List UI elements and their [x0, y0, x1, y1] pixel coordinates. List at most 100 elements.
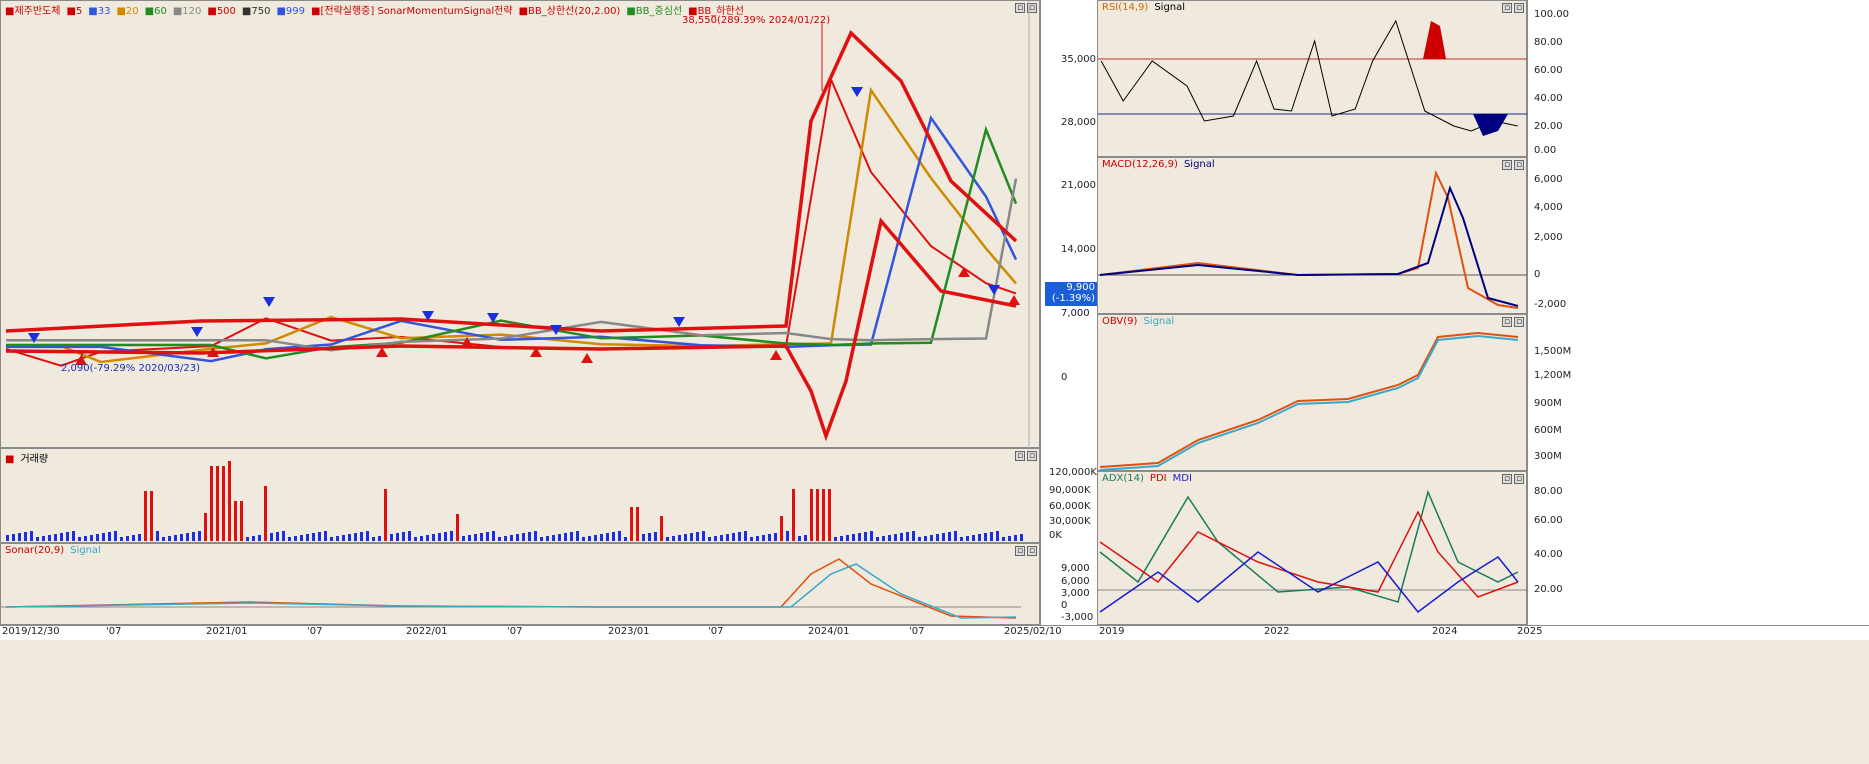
rsi-chart-svg	[1098, 19, 1528, 136]
volume-bar	[498, 537, 501, 541]
volume-bar	[834, 537, 837, 541]
obv-axis: 1,500M 1,200M 900M 600M 300M	[1527, 314, 1869, 471]
volume-bar	[438, 533, 441, 541]
volume-bar	[108, 532, 111, 541]
volume-bar	[792, 489, 795, 541]
volume-bar	[642, 534, 645, 541]
volume-bar	[762, 535, 765, 541]
axis-tick-label: 0	[1534, 269, 1541, 280]
annotation-high: 38,550(289.39% 2024/01/22)	[682, 15, 831, 26]
volume-bar	[252, 536, 255, 541]
axis-tick-label: 2,000	[1534, 232, 1563, 243]
price-axis: 35,000 28,000 21,000 14,000 7,000 0 9,900 (-1…	[1040, 0, 1097, 448]
volume-bar	[102, 533, 105, 541]
volume-bar	[918, 537, 921, 541]
volume-bar	[480, 533, 483, 541]
sonar-panel[interactable]: Sonar(20,9) Signal ▫ ▫	[0, 543, 1040, 625]
volume-bar	[1014, 535, 1017, 541]
axis-tick-label: 80.00	[1534, 37, 1563, 48]
volume-bar	[366, 531, 369, 541]
axis-tick-label: 100.00	[1534, 9, 1569, 20]
sonar-signal-line	[5, 563, 1017, 619]
volume-bar	[30, 531, 33, 541]
chart-frame: ■제주반도체 ■5 ■33 ■20 ■60 ■120 ■500 ■750 ■999 ■[전략실행중…	[0, 0, 1869, 764]
price-panel[interactable]: ■제주반도체 ■5 ■33 ■20 ■60 ■120 ■500 ■750 ■999 ■[전략실행중…	[0, 0, 1040, 449]
volume-bar	[114, 531, 117, 541]
volume-bar	[546, 536, 549, 541]
volume-bar	[42, 536, 45, 541]
volume-bar	[966, 536, 969, 541]
obv-chart-svg	[1099, 331, 1519, 471]
volume-bar	[618, 531, 621, 541]
volume-bar	[132, 535, 135, 541]
volume-bar	[846, 535, 849, 541]
volume-bar	[756, 536, 759, 541]
sell-signal-arrow	[191, 327, 203, 337]
macd-signal-line	[1099, 185, 1519, 307]
axis-tick-label: 28,000	[1061, 117, 1096, 128]
buy-signal-arrow	[1008, 295, 1020, 305]
volume-bar	[126, 536, 129, 541]
volume-bar	[870, 531, 873, 541]
volume-bar	[630, 507, 633, 541]
macd-axis: 6,000 4,000 2,000 0 -2,000	[1527, 157, 1869, 314]
volume-bar	[540, 537, 543, 541]
volume-bar	[636, 507, 639, 541]
volume-bar	[774, 533, 777, 541]
volume-bar	[336, 536, 339, 541]
volume-bar	[810, 489, 813, 541]
volume-bar	[738, 532, 741, 541]
volume-bar	[270, 533, 273, 541]
volume-bar	[684, 534, 687, 541]
volume-bar	[54, 534, 57, 541]
volume-bar	[906, 532, 909, 541]
axis-tick-label: 20.00	[1534, 584, 1563, 595]
volume-bar	[600, 534, 603, 541]
current-price: 9,900	[1066, 282, 1095, 293]
volume-bar	[894, 534, 897, 541]
time-axis-label: 2022/01	[406, 626, 448, 637]
volume-bar	[576, 531, 579, 541]
bollinger-lower-line	[5, 217, 1017, 442]
volume-panel[interactable]: ■ 거래량 ▫ ▫	[0, 448, 1040, 543]
axis-tick-label: 14,000	[1061, 244, 1096, 255]
volume-bar	[798, 536, 801, 541]
mdi-line	[1099, 551, 1519, 614]
volume-bar	[192, 532, 195, 541]
volume-bar	[66, 532, 69, 541]
volume-bar	[954, 531, 957, 541]
volume-bar	[804, 535, 807, 541]
adx-axis: 80.00 60.00 40.00 20.00	[1527, 471, 1869, 625]
time-axis-label: '07	[708, 626, 724, 637]
volume-bar	[780, 516, 783, 541]
volume-bar	[216, 466, 219, 541]
sell-signal-arrow	[851, 87, 863, 97]
volume-bar	[138, 534, 141, 541]
obv-panel[interactable]: OBV(9) Signal ▫ ▫	[1097, 314, 1527, 471]
volume-bar	[882, 536, 885, 541]
axis-tick-label: 3,000	[1061, 588, 1090, 599]
volume-bar	[552, 535, 555, 541]
volume-bar	[972, 535, 975, 541]
time-axis-label: '07	[909, 626, 925, 637]
volume-bar	[240, 501, 243, 541]
volume-bar	[228, 461, 231, 541]
adx-panel[interactable]: ADX(14) PDI MDI ▫ ▫	[1097, 471, 1528, 625]
volume-bar	[588, 536, 591, 541]
volume-bar	[612, 532, 615, 541]
axis-tick-label: 21,000	[1061, 180, 1096, 191]
volume-bar	[732, 533, 735, 541]
volume-bar	[204, 513, 207, 541]
time-axis: 2019/12/30 '07 2021/01 '07 2022/01 '07 2023/01…	[0, 625, 1869, 640]
volume-bar	[174, 535, 177, 541]
axis-tick-label: 9,000	[1061, 563, 1090, 574]
axis-tick-label: 1,500M	[1534, 346, 1572, 357]
volume-bar	[180, 534, 183, 541]
volume-bar	[318, 532, 321, 541]
macd-panel[interactable]: MACD(12,26,9) Signal ▫ ▫	[1097, 157, 1528, 314]
axis-tick-label: 0	[1061, 600, 1068, 611]
rsi-panel[interactable]: RSI(14,9) Signal ▫ ▫	[1097, 0, 1528, 157]
time-axis-label: '07	[507, 626, 523, 637]
axis-tick-label: 6,000	[1534, 174, 1563, 185]
sonar-axis: 9,000 6,000 3,000 0 -3,000	[1040, 543, 1097, 625]
